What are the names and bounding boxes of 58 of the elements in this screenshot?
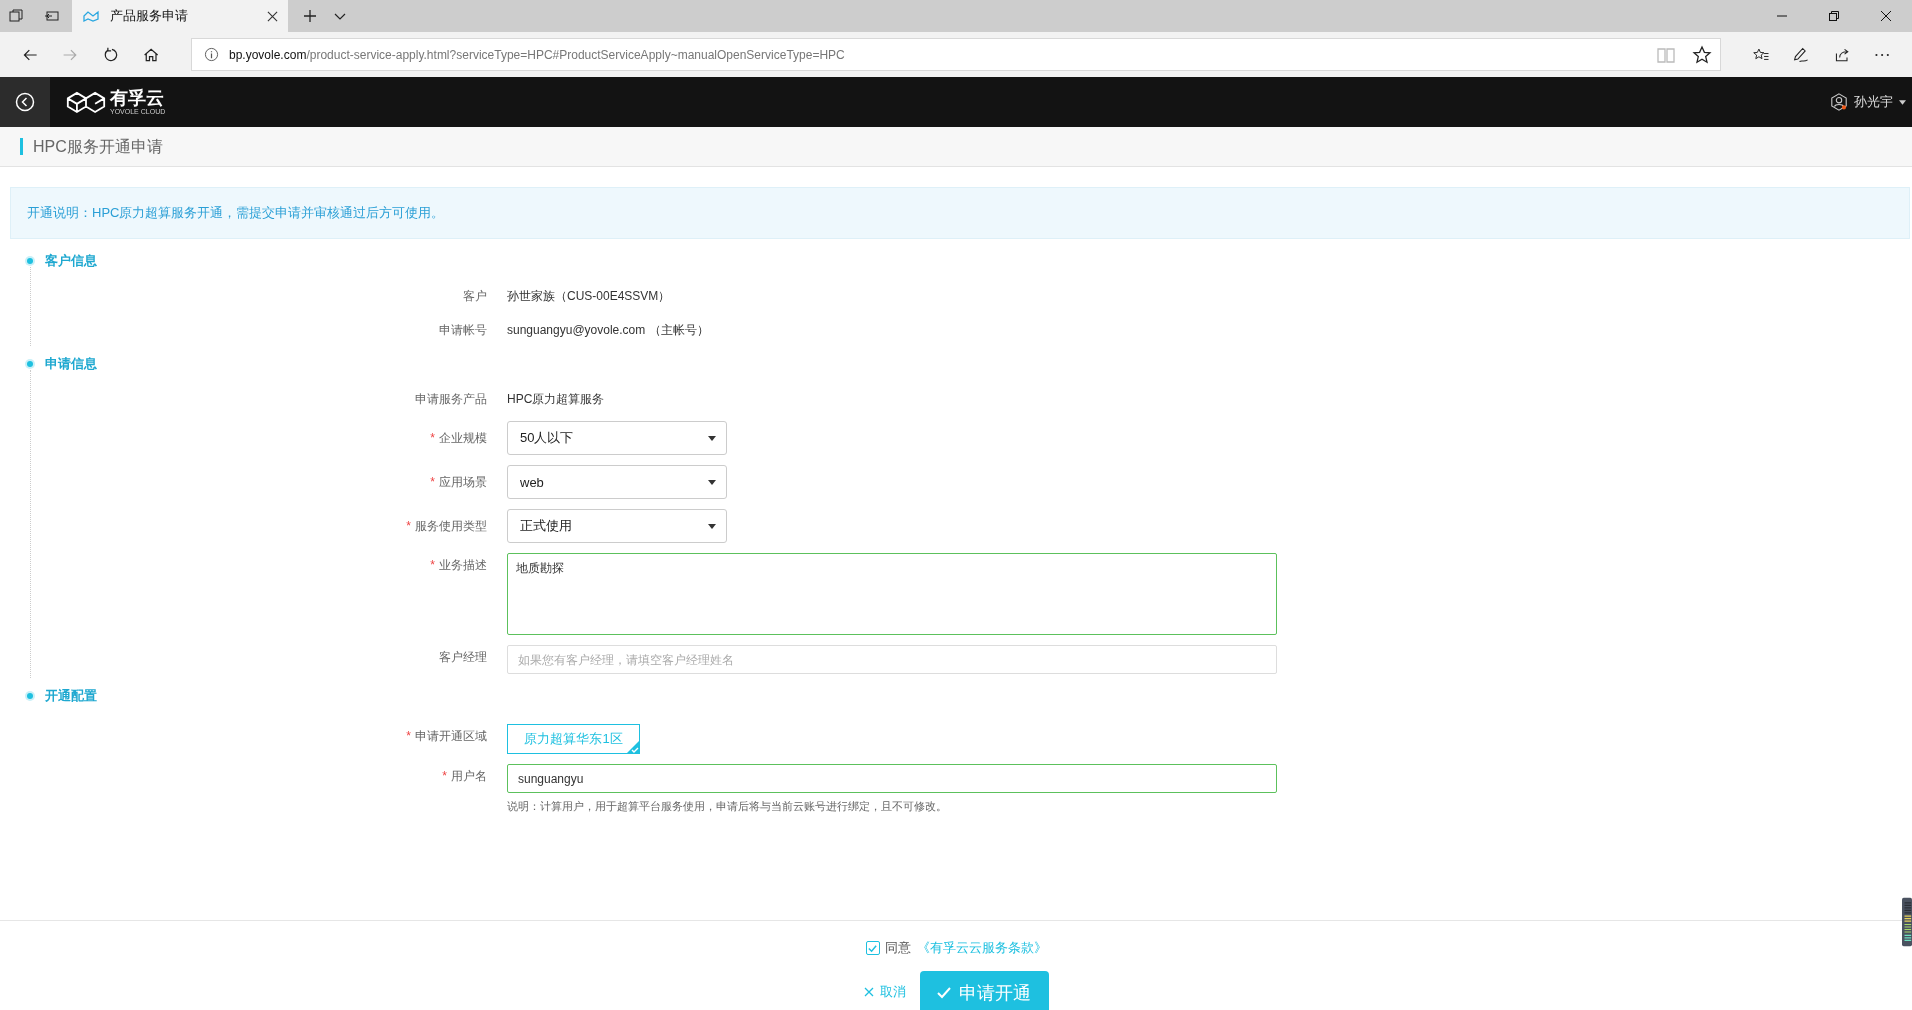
checkbox[interactable] — [865, 941, 880, 955]
section-dot-icon — [27, 258, 33, 264]
required-asterisk: * — [430, 475, 435, 489]
corner-check-icon — [626, 740, 640, 754]
section-title: 申请信息 — [45, 355, 97, 373]
caret-icon[interactable] — [1899, 99, 1906, 105]
info-icon[interactable] — [204, 47, 219, 62]
close-icon — [863, 987, 874, 997]
description-field[interactable]: 地质勘探 — [507, 553, 1277, 635]
required-asterisk: * — [406, 729, 411, 743]
notice-text: 开通说明：HPC原力超算服务开通，需提交申请并审核通过后方可使用。 — [27, 204, 445, 222]
dropdown[interactable]: 50人以下 — [507, 421, 727, 455]
user-avatar-icon[interactable] — [1830, 93, 1848, 111]
required-asterisk: * — [430, 431, 435, 445]
dropdown[interactable]: web — [507, 465, 727, 499]
cube-logo-icon — [66, 90, 106, 114]
input-field[interactable]: 如果您有客户经理，请填空客户经理姓名 — [507, 645, 1277, 674]
field-value: 孙世家族（CUS-00E4SSVM） — [507, 288, 671, 305]
section-dot-icon — [27, 361, 33, 367]
section-dot-icon — [27, 693, 33, 699]
field-label: 申请开通区域 — [415, 729, 487, 743]
logo-text: 有孚云 — [110, 89, 165, 107]
user-menu[interactable]: 孙光宇 — [1854, 93, 1893, 111]
section-title: 开通配置 — [45, 687, 97, 705]
field-label: 企业规模 — [439, 431, 487, 445]
browser-tab[interactable]: 产品服务申请 — [72, 0, 288, 32]
address-bar[interactable]: bp.yovole.com/product-service-apply.html?serviceType=HPC#ProductServiceApply~manualOpenServiceType=HPC — [191, 38, 1721, 71]
required-asterisk: * — [430, 558, 435, 572]
field-value: HPC原力超算服务 — [507, 391, 605, 408]
caret-icon — [708, 435, 716, 441]
section-title: 客户信息 — [45, 252, 97, 270]
field-label: 客户经理 — [439, 650, 487, 664]
input-field[interactable]: sunguangyu — [507, 764, 1277, 793]
caret-icon — [708, 479, 716, 485]
help-text: 说明：计算用户，用于超算平台服务使用，申请后将与当前云账号进行绑定，且不可修改。 — [507, 799, 948, 814]
cloud-logo-icon — [82, 10, 100, 22]
dropdown[interactable]: 正式使用 — [507, 509, 727, 543]
field-label: 申请帐号 — [439, 323, 487, 337]
field-label: 客户 — [463, 289, 487, 303]
required-asterisk: * — [406, 519, 411, 533]
field-label: 业务描述 — [439, 558, 487, 572]
agree-label: 同意 — [884, 939, 911, 957]
back-button[interactable] — [0, 77, 50, 127]
star-icon[interactable] — [1692, 44, 1712, 65]
field-label: 服务使用类型 — [415, 519, 487, 533]
close-icon[interactable] — [267, 10, 278, 22]
back-circle-icon — [15, 92, 35, 112]
field-label: 应用场景 — [439, 475, 487, 489]
tab-list-icon[interactable] — [8, 8, 24, 24]
field-value: sunguangyu@yovole.com （主帐号） — [507, 322, 709, 339]
set-aside-tabs-icon[interactable] — [44, 8, 60, 24]
page-title: HPC服务开通申请 — [20, 138, 163, 155]
new-tab-icon[interactable] — [302, 8, 318, 24]
check-icon — [937, 987, 951, 999]
field-label: 申请服务产品 — [415, 392, 487, 406]
caret-icon — [708, 523, 716, 529]
required-asterisk: * — [442, 769, 447, 783]
field-label: 用户名 — [451, 769, 487, 783]
